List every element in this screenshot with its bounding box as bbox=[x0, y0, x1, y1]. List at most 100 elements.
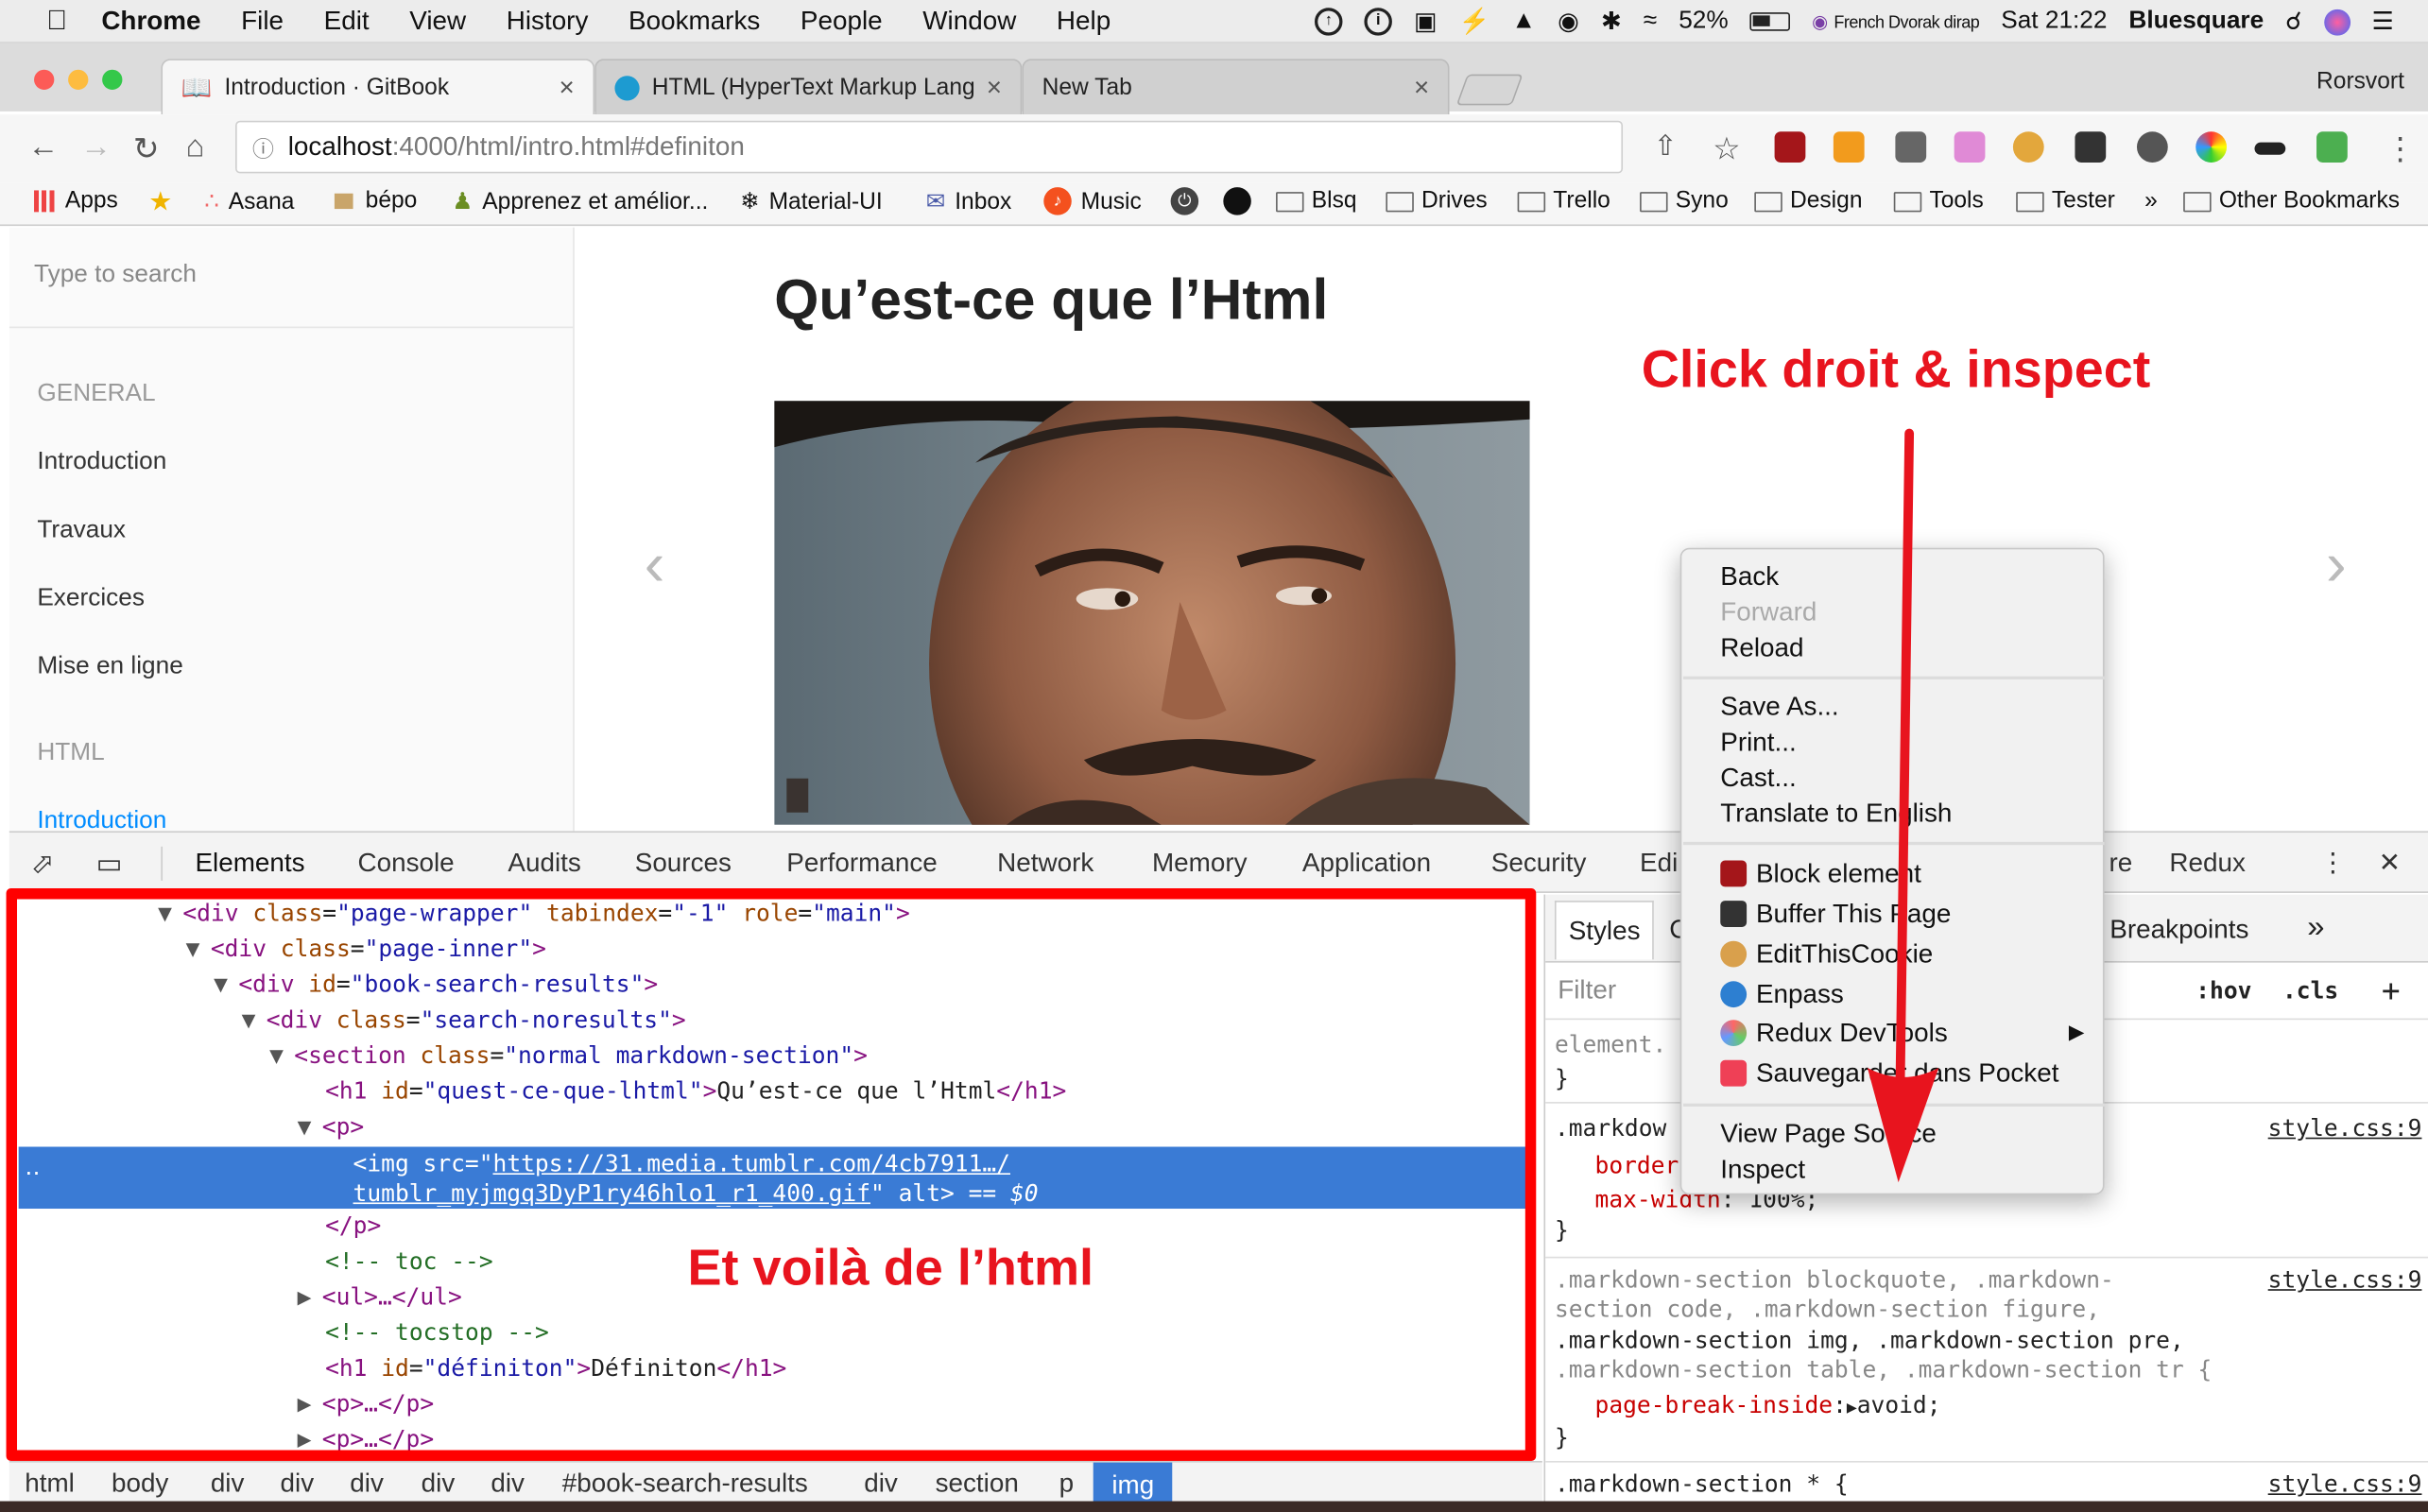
window-minimize-button[interactable] bbox=[68, 69, 89, 90]
styles-filter-input[interactable]: Filter bbox=[1558, 975, 1616, 1006]
clock[interactable]: Sat 21:22 bbox=[2001, 8, 2107, 35]
tab-sources[interactable]: Sources bbox=[635, 848, 732, 879]
crumb-div[interactable]: div bbox=[864, 1469, 898, 1500]
new-style-rule-icon[interactable]: + bbox=[2382, 971, 2401, 1008]
bookmark-star-icon[interactable]: ☆ bbox=[1713, 130, 1740, 169]
sidebar-item-introduction[interactable]: Introduction bbox=[37, 449, 166, 476]
tab-performance[interactable]: Performance bbox=[786, 848, 937, 879]
bookmark-folder-tester[interactable]: Tester bbox=[2016, 187, 2115, 214]
expand-triangle-icon[interactable]: ▶ bbox=[1847, 1398, 1857, 1418]
wifi-icon[interactable]: ≈ bbox=[1644, 8, 1657, 35]
home-icon[interactable]: ⌂ bbox=[186, 130, 205, 166]
crumb-div[interactable]: div bbox=[211, 1469, 245, 1500]
rule2-source-link[interactable]: style.css:9 bbox=[2268, 1266, 2422, 1294]
tab-editthiscookie[interactable]: Edi bbox=[1640, 848, 1678, 879]
hover-state-toggle[interactable]: :hov bbox=[2196, 976, 2251, 1004]
siri-icon[interactable] bbox=[2323, 9, 2351, 35]
crumb-html[interactable]: html bbox=[25, 1469, 75, 1500]
search-input[interactable]: Type to search bbox=[34, 262, 197, 289]
tab-new-tab[interactable]: New Tab × bbox=[1022, 59, 1450, 115]
more-tabs-icon[interactable]: » bbox=[2307, 910, 2324, 946]
bookmarks-overflow-button[interactable]: » bbox=[2144, 187, 2158, 214]
bookmark-inbox[interactable]: ✉ Inbox bbox=[926, 187, 1012, 215]
tab-network[interactable]: Network bbox=[997, 848, 1093, 879]
crumb-div[interactable]: div bbox=[281, 1469, 315, 1500]
spotlight-search-icon[interactable]: ☌ bbox=[2285, 7, 2302, 38]
sidebar-item-html-introduction[interactable]: Introduction bbox=[37, 808, 166, 832]
tab-styles[interactable]: Styles bbox=[1554, 901, 1655, 960]
menu-file[interactable]: File bbox=[241, 6, 284, 37]
user-name[interactable]: Bluesquare bbox=[2128, 8, 2264, 35]
tab-store[interactable]: re bbox=[2109, 848, 2132, 879]
menu-people[interactable]: People bbox=[801, 6, 883, 37]
reload-icon[interactable]: ↻ bbox=[133, 130, 159, 169]
pocket-icon[interactable] bbox=[1895, 131, 1927, 163]
ublock-icon[interactable] bbox=[1774, 131, 1806, 163]
crumb-div[interactable]: div bbox=[350, 1469, 384, 1500]
tab-audits[interactable]: Audits bbox=[508, 848, 580, 879]
lock-icon[interactable]: ▣ bbox=[1414, 7, 1438, 38]
bookmark-apprenez[interactable]: ♟ Apprenez et amélior... bbox=[452, 187, 708, 215]
bookmark-star[interactable]: ★ bbox=[148, 187, 172, 218]
sidebar-item-exercices[interactable]: Exercices bbox=[37, 585, 145, 612]
previous-page-chevron-icon[interactable]: ‹ bbox=[645, 531, 665, 601]
bookmark-asana[interactable]: ∴ Asana bbox=[204, 187, 294, 215]
menu-history[interactable]: History bbox=[507, 6, 589, 37]
menu-bookmarks[interactable]: Bookmarks bbox=[629, 6, 760, 37]
bookmark-music[interactable]: ♪ Music bbox=[1043, 187, 1142, 215]
extension-pink-icon[interactable] bbox=[1954, 131, 1986, 163]
tab-close-icon[interactable]: × bbox=[986, 72, 1003, 104]
crumb-book-search-results[interactable]: #book-search-results bbox=[562, 1469, 808, 1500]
bluetooth-icon[interactable]: ✱ bbox=[1601, 7, 1622, 38]
tab-introduction[interactable]: 📖 Introduction · GitBook × bbox=[161, 59, 595, 115]
tab-console[interactable]: Console bbox=[357, 848, 454, 879]
tab-elements[interactable]: Elements bbox=[195, 848, 304, 879]
page-info-icon[interactable]: ⓘ bbox=[252, 133, 274, 164]
editthiscookie-icon[interactable] bbox=[2012, 131, 2044, 163]
tab-memory[interactable]: Memory bbox=[1152, 848, 1248, 879]
notification-center-icon[interactable]: ☰ bbox=[2371, 7, 2394, 38]
rule3-source-link[interactable]: style.css:9 bbox=[2268, 1470, 2422, 1498]
sync-icon[interactable] bbox=[2136, 131, 2168, 163]
sidebar-item-mise-en-ligne[interactable]: Mise en ligne bbox=[37, 653, 182, 680]
bookmark-bepo[interactable]: bépo bbox=[334, 187, 417, 214]
rule1-prop-border[interactable]: border bbox=[1595, 1151, 1679, 1178]
bookmark-folder-blsq[interactable]: Blsq bbox=[1276, 187, 1357, 214]
extension-upload-icon[interactable]: ⇧ bbox=[1654, 130, 1678, 163]
color-picker-icon[interactable] bbox=[2196, 131, 2228, 163]
class-toggle[interactable]: .cls bbox=[2282, 976, 2338, 1004]
tab-html-wiki[interactable]: HTML (HyperText Markup Lang × bbox=[594, 59, 1023, 115]
new-tab-button[interactable] bbox=[1455, 74, 1524, 106]
tab-redux[interactable]: Redux bbox=[2169, 848, 2246, 879]
bookmark-material-ui[interactable]: ❄ Material-UI bbox=[740, 187, 883, 215]
extension-badge-icon[interactable] bbox=[2316, 131, 2348, 163]
forward-arrow-icon[interactable]: → bbox=[80, 130, 112, 166]
crumb-section[interactable]: section bbox=[936, 1469, 1019, 1500]
bookmark-folder-trello[interactable]: Trello bbox=[1517, 187, 1610, 214]
sidebar-item-travaux[interactable]: Travaux bbox=[37, 517, 126, 544]
menu-view[interactable]: View bbox=[409, 6, 466, 37]
buffer-icon[interactable] bbox=[2075, 131, 2107, 163]
bookmark-folder-tools[interactable]: Tools bbox=[1893, 187, 1984, 214]
crumb-div[interactable]: div bbox=[422, 1469, 456, 1500]
bookmark-folder-syno[interactable]: Syno bbox=[1640, 187, 1729, 214]
bookmark-apps[interactable]: Apps bbox=[34, 187, 118, 214]
bookmark-folder-design[interactable]: Design bbox=[1754, 187, 1863, 214]
apple-icon[interactable]:  bbox=[46, 5, 67, 37]
menu-edit[interactable]: Edit bbox=[324, 6, 370, 37]
bookmark-github[interactable] bbox=[1223, 187, 1251, 215]
status-info-icon[interactable]: i bbox=[1364, 8, 1393, 36]
tab-dom-breakpoints[interactable]: l Breakpoints bbox=[2096, 915, 2248, 946]
window-zoom-button[interactable] bbox=[102, 69, 123, 90]
rule1-source-link[interactable]: style.css:9 bbox=[2268, 1114, 2422, 1142]
devtools-menu-icon[interactable]: ⋮ bbox=[2319, 848, 2346, 879]
tab-application[interactable]: Application bbox=[1302, 848, 1431, 879]
tab-close-icon[interactable]: × bbox=[1414, 73, 1429, 104]
wave-icon[interactable] bbox=[2254, 142, 2286, 155]
crumb-div[interactable]: div bbox=[491, 1469, 525, 1500]
status-clock-icon[interactable]: ↑ bbox=[1315, 8, 1343, 36]
download-icon[interactable] bbox=[1833, 131, 1865, 163]
creative-cloud-icon[interactable]: ◉ bbox=[1558, 7, 1579, 38]
western-gif-image[interactable] bbox=[774, 401, 1530, 825]
menu-help[interactable]: Help bbox=[1057, 6, 1111, 37]
